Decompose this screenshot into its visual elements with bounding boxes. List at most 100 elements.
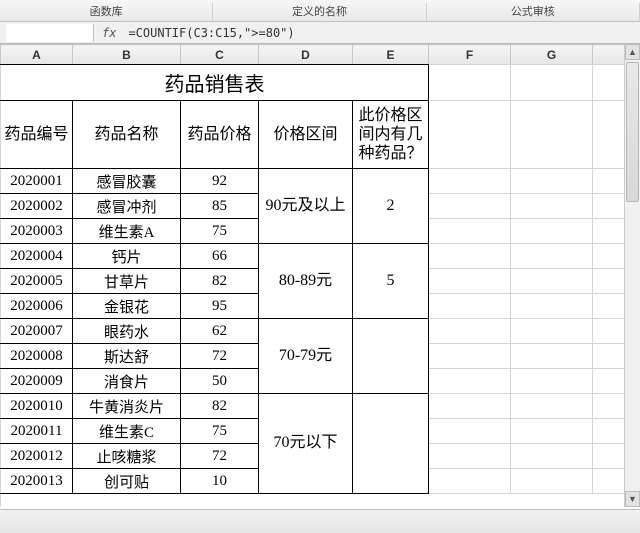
cell-price[interactable]: 62 <box>181 319 259 344</box>
cell[interactable] <box>511 269 593 294</box>
vertical-scrollbar[interactable]: ▲ ▼ <box>624 44 640 507</box>
cell-price[interactable]: 50 <box>181 369 259 394</box>
scroll-down-icon[interactable]: ▼ <box>625 491 640 507</box>
cell[interactable] <box>1 494 633 508</box>
cell-name[interactable]: 维生素C <box>73 419 181 444</box>
cell[interactable] <box>511 394 593 419</box>
cell-price[interactable]: 92 <box>181 169 259 194</box>
cell-range[interactable]: 90元及以上 <box>259 169 353 244</box>
cell-id[interactable]: 2020012 <box>1 444 73 469</box>
cell-price[interactable]: 82 <box>181 269 259 294</box>
cell-count[interactable]: 5 <box>353 244 429 319</box>
cell-id[interactable]: 2020007 <box>1 319 73 344</box>
data-table[interactable]: 药品销售表 药品编号 药品名称 药品价格 价格区间 此价格区间内有几种药品？ 2… <box>0 64 633 507</box>
col-header-C[interactable]: C <box>181 45 259 65</box>
cell-range[interactable]: 70元以下 <box>259 394 353 494</box>
cell[interactable] <box>429 169 511 194</box>
cell-price[interactable]: 85 <box>181 194 259 219</box>
cell[interactable] <box>429 194 511 219</box>
header-range[interactable]: 价格区间 <box>259 101 353 169</box>
cell[interactable] <box>429 65 511 101</box>
cell-range[interactable]: 70-79元 <box>259 319 353 394</box>
cell[interactable] <box>429 101 511 169</box>
cell[interactable] <box>511 344 593 369</box>
cell-id[interactable]: 2020001 <box>1 169 73 194</box>
col-header-E[interactable]: E <box>353 45 429 65</box>
cell[interactable] <box>511 244 593 269</box>
cell-name[interactable]: 甘草片 <box>73 269 181 294</box>
cell-id[interactable]: 2020009 <box>1 369 73 394</box>
cell[interactable] <box>429 344 511 369</box>
cell-name[interactable]: 止咳糖浆 <box>73 444 181 469</box>
cell-price[interactable]: 82 <box>181 394 259 419</box>
scroll-thumb[interactable] <box>626 62 639 202</box>
cell-count[interactable]: 2 <box>353 169 429 244</box>
cell-price[interactable]: 10 <box>181 469 259 494</box>
header-count[interactable]: 此价格区间内有几种药品？ <box>353 101 429 169</box>
table-title[interactable]: 药品销售表 <box>1 65 429 101</box>
cell[interactable] <box>511 469 593 494</box>
cell[interactable] <box>429 319 511 344</box>
cell[interactable] <box>511 194 593 219</box>
cell[interactable] <box>511 319 593 344</box>
cell[interactable] <box>429 219 511 244</box>
cell[interactable] <box>511 294 593 319</box>
cell-price[interactable]: 75 <box>181 419 259 444</box>
cell-price[interactable]: 72 <box>181 444 259 469</box>
header-name[interactable]: 药品名称 <box>73 101 181 169</box>
fx-icon[interactable]: fx <box>94 26 124 40</box>
ribbon-group-defined-names[interactable]: 定义的名称 <box>213 3 426 21</box>
cell[interactable] <box>511 65 593 101</box>
col-header-B[interactable]: B <box>73 45 181 65</box>
cell-name[interactable]: 创可贴 <box>73 469 181 494</box>
col-header-D[interactable]: D <box>259 45 353 65</box>
cell-id[interactable]: 2020013 <box>1 469 73 494</box>
ribbon-group-function-library[interactable]: 函数库 <box>0 3 213 21</box>
cell-name[interactable]: 牛黄消炎片 <box>73 394 181 419</box>
cell[interactable] <box>511 444 593 469</box>
cell-id[interactable]: 2020004 <box>1 244 73 269</box>
cell[interactable] <box>429 469 511 494</box>
cell[interactable] <box>429 444 511 469</box>
cell-id[interactable]: 2020005 <box>1 269 73 294</box>
cell-id[interactable]: 2020010 <box>1 394 73 419</box>
cell-id[interactable]: 2020006 <box>1 294 73 319</box>
spreadsheet-grid[interactable]: A B C D E F G 药品销售表 药品编号 药品名称 药品价格 价格区间 … <box>0 44 640 507</box>
cell-name[interactable]: 感冒冲剂 <box>73 194 181 219</box>
cell-range[interactable]: 80-89元 <box>259 244 353 319</box>
cell[interactable] <box>429 419 511 444</box>
cell-id[interactable]: 2020011 <box>1 419 73 444</box>
cell[interactable] <box>511 369 593 394</box>
formula-input[interactable]: =COUNTIF(C3:C15,">=80") <box>124 26 640 40</box>
cell-price[interactable]: 95 <box>181 294 259 319</box>
cell[interactable] <box>429 369 511 394</box>
cell-name[interactable]: 金银花 <box>73 294 181 319</box>
cell-id[interactable]: 2020008 <box>1 344 73 369</box>
cell[interactable] <box>511 169 593 194</box>
cell[interactable] <box>511 419 593 444</box>
cell-name[interactable]: 钙片 <box>73 244 181 269</box>
cell-name[interactable]: 眼药水 <box>73 319 181 344</box>
ribbon-group-formula-audit[interactable]: 公式审核 <box>427 3 640 21</box>
header-id[interactable]: 药品编号 <box>1 101 73 169</box>
cell-id[interactable]: 2020003 <box>1 219 73 244</box>
cell[interactable] <box>429 269 511 294</box>
cell-name[interactable]: 维生素A <box>73 219 181 244</box>
cell[interactable] <box>429 294 511 319</box>
cell-count[interactable] <box>353 394 429 494</box>
cell[interactable] <box>429 244 511 269</box>
col-header-F[interactable]: F <box>429 45 511 65</box>
cell-name[interactable]: 感冒胶囊 <box>73 169 181 194</box>
cell[interactable] <box>511 219 593 244</box>
cell-count[interactable] <box>353 319 429 394</box>
cell-name[interactable]: 斯达舒 <box>73 344 181 369</box>
cell[interactable] <box>429 394 511 419</box>
cell-price[interactable]: 75 <box>181 219 259 244</box>
cell[interactable] <box>511 101 593 169</box>
cell-price[interactable]: 66 <box>181 244 259 269</box>
cell-name[interactable]: 消食片 <box>73 369 181 394</box>
col-header-A[interactable]: A <box>1 45 73 65</box>
name-box[interactable] <box>6 24 94 42</box>
cell-id[interactable]: 2020002 <box>1 194 73 219</box>
cell-price[interactable]: 72 <box>181 344 259 369</box>
